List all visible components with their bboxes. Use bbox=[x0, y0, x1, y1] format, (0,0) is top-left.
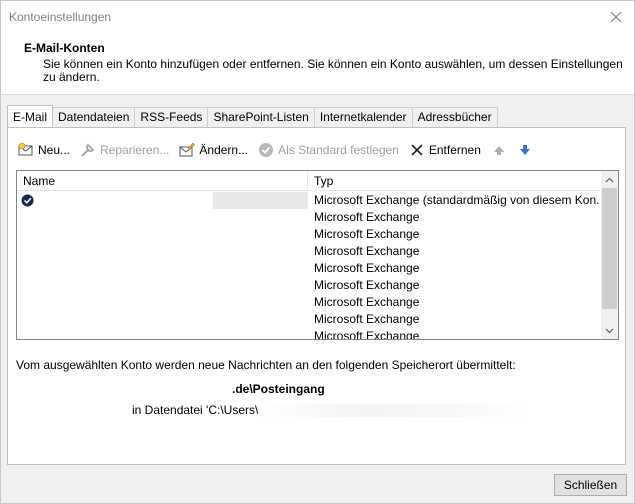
new-button-label: Neu... bbox=[38, 143, 71, 157]
remove-button[interactable]: Entfernen bbox=[409, 142, 481, 158]
table-row[interactable]: Microsoft Exchange bbox=[17, 209, 602, 226]
window-title: Kontoeinstellungen bbox=[9, 10, 112, 24]
delivery-info: Vom ausgewählten Konto werden neue Nachr… bbox=[16, 358, 516, 372]
account-type-cell: Microsoft Exchange bbox=[314, 278, 420, 292]
scrollbar-thumb[interactable] bbox=[602, 188, 617, 309]
data-file-prefix: in Datendatei 'C:\Users\ bbox=[132, 403, 259, 417]
data-file-path: in Datendatei 'C:\Users\ bbox=[132, 403, 531, 418]
dialog-header: E-Mail-Konten Sie können ein Konto hinzu… bbox=[1, 33, 634, 95]
column-header-type[interactable]: Typ bbox=[308, 171, 602, 191]
delivery-folder: .de\Posteingang bbox=[232, 382, 325, 396]
title-bar: Kontoeinstellungen bbox=[1, 1, 634, 33]
email-tab-panel: Neu... Reparieren... Ändern... Als Stand… bbox=[7, 127, 626, 465]
arrow-up-icon[interactable] bbox=[491, 142, 507, 158]
repair-button[interactable]: Reparieren... bbox=[80, 142, 169, 158]
list-header: Name Typ bbox=[17, 171, 602, 191]
column-header-name[interactable]: Name bbox=[17, 171, 308, 191]
arrow-down-icon[interactable] bbox=[517, 142, 533, 158]
account-type-cell: Microsoft Exchange bbox=[314, 312, 420, 326]
wrench-icon bbox=[80, 142, 96, 158]
account-name-cell bbox=[35, 260, 308, 277]
account-type-cell: Microsoft Exchange (standardmäßig von di… bbox=[314, 193, 599, 207]
account-type-cell: Microsoft Exchange bbox=[314, 295, 420, 309]
remove-button-label: Entfernen bbox=[428, 143, 481, 157]
table-row[interactable]: Microsoft Exchange bbox=[17, 328, 602, 340]
header-title: E-Mail-Konten bbox=[24, 41, 105, 55]
account-type-cell: Microsoft Exchange bbox=[314, 227, 420, 241]
account-type-cell: Microsoft Exchange bbox=[314, 261, 420, 275]
account-name-cell bbox=[35, 277, 308, 294]
account-type-cell: Microsoft Exchange bbox=[314, 329, 420, 340]
tab-internet-calendars[interactable]: Internetkalender bbox=[313, 107, 413, 127]
table-row[interactable]: Microsoft Exchange (standardmäßig von di… bbox=[17, 192, 602, 209]
table-row[interactable]: Microsoft Exchange bbox=[17, 260, 602, 277]
new-mail-icon bbox=[18, 142, 34, 158]
new-button[interactable]: Neu... bbox=[18, 142, 70, 158]
chevron-down-icon[interactable] bbox=[601, 322, 618, 339]
tab-sharepoint-lists[interactable]: SharePoint-Listen bbox=[207, 107, 315, 127]
set-default-button-label: Als Standard festlegen bbox=[278, 143, 399, 157]
account-name-cell bbox=[35, 311, 308, 328]
account-name-cell bbox=[35, 226, 308, 243]
account-name-cell bbox=[35, 192, 308, 209]
tab-data-files[interactable]: Datendateien bbox=[52, 107, 136, 127]
scroll-up-icon[interactable] bbox=[601, 171, 618, 188]
tab-address-books[interactable]: Adressbücher bbox=[411, 107, 498, 127]
check-circle-icon bbox=[258, 142, 274, 158]
account-settings-dialog: Kontoeinstellungen E-Mail-Konten Sie kön… bbox=[0, 0, 635, 504]
account-type-cell: Microsoft Exchange bbox=[314, 210, 420, 224]
close-icon[interactable] bbox=[604, 5, 628, 29]
change-button-label: Ändern... bbox=[199, 143, 249, 157]
change-button[interactable]: Ändern... bbox=[179, 142, 248, 158]
vertical-scrollbar[interactable] bbox=[601, 171, 618, 339]
account-name-cell bbox=[35, 294, 308, 311]
table-row[interactable]: Microsoft Exchange bbox=[17, 294, 602, 311]
table-row[interactable]: Microsoft Exchange bbox=[17, 277, 602, 294]
account-name-cell bbox=[35, 243, 308, 260]
tab-rss-feeds[interactable]: RSS-Feeds bbox=[134, 107, 209, 127]
account-list[interactable]: Name Typ Microsoft Exchange (standardmäß… bbox=[16, 170, 619, 340]
account-type-cell: Microsoft Exchange bbox=[314, 244, 420, 258]
header-description: Sie können ein Konto hinzufügen oder ent… bbox=[43, 57, 623, 84]
redacted-path bbox=[258, 404, 531, 418]
table-row[interactable]: Microsoft Exchange bbox=[17, 243, 602, 260]
tab-strip: E-Mail Datendateien RSS-Feeds SharePoint… bbox=[7, 105, 498, 127]
table-row[interactable]: Microsoft Exchange bbox=[17, 311, 602, 328]
delete-x-icon bbox=[409, 142, 425, 158]
repair-button-label: Reparieren... bbox=[100, 143, 170, 157]
account-name-cell bbox=[35, 209, 308, 226]
table-row[interactable]: Microsoft Exchange bbox=[17, 226, 602, 243]
close-button[interactable]: Schließen bbox=[554, 474, 627, 496]
set-default-button[interactable]: Als Standard festlegen bbox=[258, 142, 399, 158]
account-name-cell bbox=[35, 328, 308, 339]
change-account-icon bbox=[179, 142, 196, 158]
toolbar: Neu... Reparieren... Ändern... Als Stand… bbox=[18, 141, 543, 159]
default-account-check-icon bbox=[21, 194, 34, 207]
tab-email[interactable]: E-Mail bbox=[7, 105, 54, 127]
